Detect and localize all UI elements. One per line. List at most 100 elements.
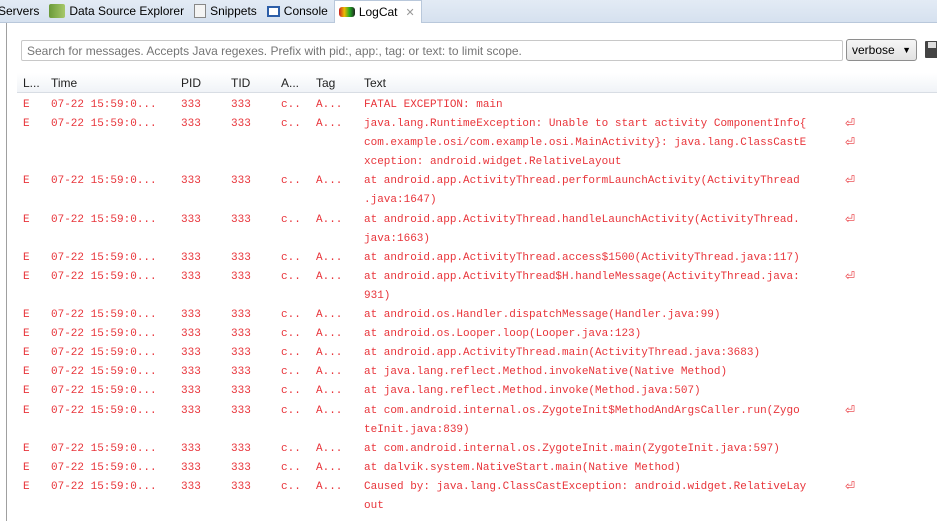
log-line: E 07-22 15:59:0... 333 333 c.. A... at android…: [17, 172, 937, 191]
search-input[interactable]: [21, 40, 843, 61]
cell-text: FATAL EXCEPTION: main: [364, 99, 503, 111]
cell-tid: 333: [231, 270, 251, 283]
log-entry[interactable]: E 07-22 15:59:0... 333 333 c.. A... java.lang.…: [17, 115, 937, 172]
cell-tid: 333: [231, 175, 251, 188]
cell-time: 07-22 15:59:0...: [51, 347, 157, 360]
snippets-icon: [194, 4, 207, 18]
column-tid[interactable]: TID: [231, 76, 250, 90]
cell-app: c..: [281, 99, 301, 111]
log-entry[interactable]: E 07-22 15:59:0... 333 333 c.. A... at android…: [17, 306, 937, 325]
close-icon[interactable]: ✕: [406, 6, 415, 19]
cell-pid: 333: [181, 175, 201, 188]
cell-app: c..: [281, 442, 301, 455]
log-line: E 07-22 15:59:0... 333 333 c.. A... Caused by:…: [17, 478, 937, 497]
log-entry[interactable]: E 07-22 15:59:0... 333 333 c.. A... at com.and…: [17, 402, 937, 440]
cell-level: E: [23, 442, 30, 455]
tab-label: Servers: [0, 4, 40, 18]
cell-level: E: [23, 99, 30, 111]
log-line: E 07-22 15:59:0... 333 333 c.. A... at com.and…: [17, 440, 937, 459]
log-line: E 07-22 15:59:0... 333 333 c.. A... at dalvik.…: [17, 459, 937, 478]
column-tag[interactable]: Tag: [316, 76, 335, 90]
cell-time: 07-22 15:59:0...: [51, 366, 157, 379]
cell-level: E: [23, 404, 30, 417]
cell-text: at dalvik.system.NativeStart.main(Native…: [364, 461, 681, 474]
column-level[interactable]: L...: [23, 76, 40, 90]
tab-snippets[interactable]: Snippets: [190, 0, 263, 23]
cell-app: c..: [281, 347, 301, 360]
table-header: L... Time PID TID A... Tag Text: [17, 73, 937, 93]
tab-servers[interactable]: Servers: [0, 0, 45, 23]
tab-console[interactable]: Console: [263, 0, 334, 23]
log-entry[interactable]: E 07-22 15:59:0... 333 333 c.. A... at android…: [17, 249, 937, 268]
log-entry[interactable]: E 07-22 15:59:0... 333 333 c.. A... at android…: [17, 268, 937, 306]
column-pid[interactable]: PID: [181, 76, 201, 90]
log-entry[interactable]: E 07-22 15:59:0... 333 333 c.. A... at java.la…: [17, 382, 937, 401]
log-entry[interactable]: E 07-22 15:59:0... 333 333 c.. A... at com.and…: [17, 440, 937, 459]
save-icon[interactable]: [925, 41, 937, 58]
cell-app: c..: [281, 251, 301, 264]
cell-level: E: [23, 385, 30, 398]
cell-text: at android.os.Handler.dispatchMessage(Ha…: [364, 309, 721, 322]
cell-level: E: [23, 366, 30, 379]
log-entry[interactable]: E 07-22 15:59:0... 333 333 c.. A... at android…: [17, 211, 937, 249]
log-line: E 07-22 15:59:0... 333 333 c.. A... at com.and…: [17, 402, 937, 421]
log-entry[interactable]: E 07-22 15:59:0... 333 333 c.. A... FATAL EXCE…: [17, 96, 937, 115]
column-time[interactable]: Time: [51, 76, 77, 90]
log-level-value: verbose: [852, 43, 895, 57]
log-entry[interactable]: E 07-22 15:59:0... 333 333 c.. A... at android…: [17, 172, 937, 210]
line-wrap-icon: ⏎: [845, 212, 856, 227]
cell-text: at android.app.ActivityThread.performLau…: [364, 175, 800, 188]
cell-tid: 333: [231, 480, 251, 493]
cell-app: c..: [281, 461, 301, 474]
cell-app: c..: [281, 309, 301, 322]
cell-app: c..: [281, 118, 301, 131]
cell-tag: A...: [316, 385, 343, 398]
cell-level: E: [23, 328, 30, 341]
log-line: xception: android.widget.RelativeLayout: [17, 153, 937, 172]
cell-text: at android.app.ActivityThread.access$150…: [364, 251, 800, 264]
cell-text: at android.app.ActivityThread$H.handleMe…: [364, 270, 800, 283]
cell-pid: 333: [181, 118, 201, 131]
log-entry[interactable]: E 07-22 15:59:0... 333 333 c.. A... Caused by:…: [17, 478, 937, 516]
cell-time: 07-22 15:59:0...: [51, 270, 157, 283]
tab-data-source-explorer[interactable]: Data Source Explorer: [45, 0, 190, 23]
cell-tag: A...: [316, 404, 343, 417]
log-line: com.example.osi/com.example.osi.MainActi…: [17, 134, 937, 153]
cell-tag: A...: [316, 309, 343, 322]
cell-pid: 333: [181, 404, 201, 417]
cell-time: 07-22 15:59:0...: [51, 118, 157, 131]
logcat-panel: verbose ▼ L... Time PID TID A... Tag Text…: [6, 23, 937, 521]
line-wrap-icon: ⏎: [845, 269, 856, 284]
log-entry[interactable]: E 07-22 15:59:0... 333 333 c.. A... at dalvik.…: [17, 459, 937, 478]
column-text[interactable]: Text: [364, 76, 386, 90]
cell-level: E: [23, 480, 30, 493]
cell-level: E: [23, 270, 30, 283]
log-entry[interactable]: E 07-22 15:59:0... 333 333 c.. A... at android…: [17, 325, 937, 344]
tab-label: Data Source Explorer: [69, 4, 185, 18]
cell-tid: 333: [231, 366, 251, 379]
log-level-select[interactable]: verbose ▼: [846, 39, 917, 61]
log-entry[interactable]: E 07-22 15:59:0... 333 333 c.. A... at android…: [17, 344, 937, 363]
cell-text: xception: android.widget.RelativeLayout: [364, 156, 622, 169]
cell-tag: A...: [316, 251, 343, 264]
cell-time: 07-22 15:59:0...: [51, 99, 157, 111]
cell-text: at java.lang.reflect.Method.invoke(Metho…: [364, 385, 701, 398]
log-entry[interactable]: E 07-22 15:59:0... 333 333 c.. A... at java.la…: [17, 363, 937, 382]
cell-tid: 333: [231, 328, 251, 341]
cell-pid: 333: [181, 480, 201, 493]
tab-label: Console: [283, 4, 328, 18]
cell-tag: A...: [316, 99, 343, 111]
cell-tid: 333: [231, 213, 251, 226]
cell-level: E: [23, 309, 30, 322]
tab-logcat[interactable]: LogCat ✕: [333, 0, 422, 24]
log-line: out: [17, 497, 937, 516]
cell-tag: A...: [316, 347, 343, 360]
log-line: E 07-22 15:59:0... 333 333 c.. A... at java.la…: [17, 382, 937, 401]
column-application[interactable]: A...: [281, 76, 299, 90]
cell-time: 07-22 15:59:0...: [51, 251, 157, 264]
cell-level: E: [23, 347, 30, 360]
cell-pid: 333: [181, 270, 201, 283]
log-line: E 07-22 15:59:0... 333 333 c.. A... at android…: [17, 268, 937, 287]
log-line: E 07-22 15:59:0... 333 333 c.. A... at android…: [17, 344, 937, 363]
cell-tag: A...: [316, 480, 343, 493]
